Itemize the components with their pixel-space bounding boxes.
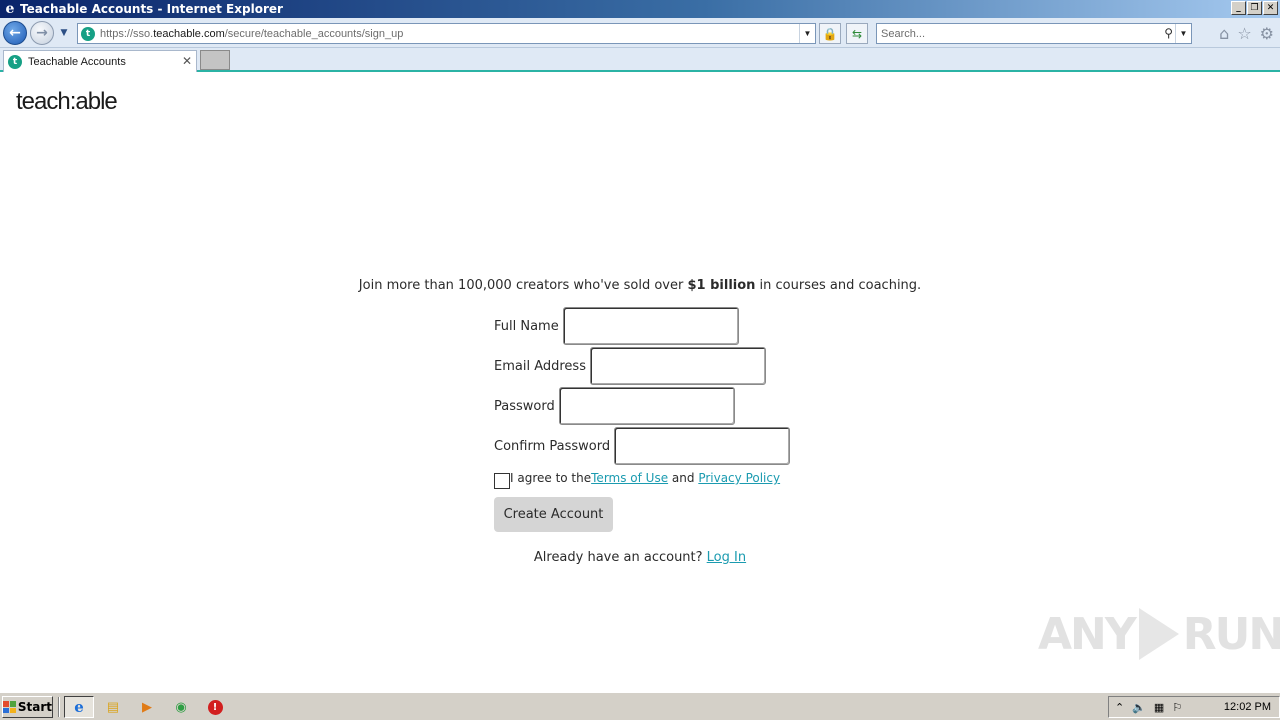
url-scheme: https://sso. [100,27,154,40]
confirm-password-row: Confirm Password [494,426,791,466]
internet-explorer-icon: e [5,1,15,17]
maximize-button[interactable]: ❐ [1247,1,1262,15]
password-row: Password [494,386,790,426]
search-dropdown-icon[interactable]: ▼ [1175,24,1191,43]
media-player-icon: ▶ [142,699,152,714]
tray-expand-icon[interactable]: ⌃ [1115,701,1124,714]
internet-explorer-icon: e [74,698,84,716]
new-tab-button[interactable] [200,50,230,70]
close-tab-icon[interactable]: ✕ [182,54,192,68]
tagline: Join more than 100,000 creators who've s… [0,278,1280,293]
windows-logo-icon [3,701,16,713]
tab-teachable-accounts[interactable]: t Teachable Accounts ✕ [3,50,197,72]
system-tray: ⌃ 🔈 ▦ ⚐ 12:02 PM [1108,696,1280,718]
refresh-icon[interactable]: ⇆ [846,23,868,44]
address-dropdown-icon[interactable]: ▼ [799,24,815,43]
teachable-favicon-icon: t [81,26,95,41]
play-icon [1138,608,1179,660]
chrome-icon: ◉ [175,699,187,714]
taskbar-separator [58,697,60,717]
full-name-label: Full Name [494,318,559,334]
search-box[interactable]: ⚲ ▼ [876,23,1192,44]
back-button[interactable]: ← [3,21,27,45]
url-domain: teachable.com [153,27,225,40]
start-label: Start [17,700,52,714]
window-title-bar[interactable]: e Teachable Accounts - Internet Explorer… [0,0,1280,18]
tagline-bold: $1 billion [687,278,756,293]
watermark-left: ANY [1038,608,1137,660]
teachable-logo[interactable]: teach:able [16,88,118,116]
history-dropdown-icon[interactable]: ▼ [58,26,70,40]
login-prompt: Already have an account? Log In [0,550,1280,565]
lock-icon[interactable]: 🔒 [819,23,841,44]
search-input[interactable] [877,24,1147,43]
taskbar-file-explorer-icon[interactable]: ▤ [98,696,128,718]
full-name-input[interactable] [562,307,739,345]
address-bar[interactable]: t https://sso.teachable.com/secure/teach… [77,23,816,44]
already-text: Already have an account? [533,550,707,565]
full-name-row: Full Name [494,306,790,346]
teachable-favicon-icon: t [8,54,22,69]
email-row: Email Address [494,346,790,386]
email-field[interactable] [589,347,766,385]
gear-icon[interactable]: ⚙ [1260,24,1274,43]
navigation-bar: ← → ▼ t https://sso.teachable.com/secure… [0,18,1280,48]
search-icon[interactable]: ⚲ [1164,26,1173,40]
privacy-policy-link[interactable]: Privacy Policy [698,471,780,485]
taskbar-media-player-icon[interactable]: ▶ [132,696,162,718]
network-icon[interactable]: ▦ [1154,701,1164,714]
taskbar-chrome-icon[interactable]: ◉ [166,696,196,718]
tagline-text-end: in courses and coaching. [755,278,922,293]
clock[interactable]: 12:02 PM [1224,701,1271,713]
folder-icon: ▤ [106,699,120,714]
minimize-button[interactable]: _ [1231,1,1246,15]
volume-icon[interactable]: 🔈 [1132,701,1146,714]
password-input[interactable] [558,387,735,425]
taskbar: Start e ▤ ▶ ◉ ! ⌃ 🔈 ▦ ⚐ 12:02 PM [0,692,1280,720]
page-content: teach:able Join more than 100,000 creato… [0,74,1280,692]
sign-up-form: Full Name Email Address Password Confirm… [494,306,791,532]
confirm-password-input[interactable] [614,427,791,465]
tab-bar: t Teachable Accounts ✕ [0,48,1280,72]
terms-checkbox[interactable] [494,473,510,489]
window-title: Teachable Accounts - Internet Explorer [20,2,283,16]
window-controls: _ ❐ ✕ [1231,1,1278,15]
tab-label: Teachable Accounts [28,55,126,68]
agree-text: I agree to the [510,471,592,485]
anyrun-watermark: ANY RUN [1038,608,1280,660]
home-icon[interactable]: ⌂ [1219,24,1229,43]
action-center-flag-icon[interactable]: ⚐ [1172,701,1182,714]
forward-button[interactable]: → [30,21,54,45]
address-url[interactable]: https://sso.teachable.com/secure/teachab… [100,28,403,40]
create-account-button[interactable]: Create Account [494,497,613,532]
terms-of-use-link[interactable]: Terms of Use [591,471,668,485]
tagline-text: Join more than 100,000 creators who've s… [358,278,688,293]
terms-agreement: I agree to the Terms of Use and Privacy … [494,468,790,489]
password-label: Password [494,398,555,414]
taskbar-stop-icon[interactable]: ! [200,696,230,718]
toolbar-icons: ⌂ ☆ ⚙ [1219,24,1274,43]
email-label: Email Address [494,358,586,374]
start-button[interactable]: Start [2,696,53,718]
taskbar-internet-explorer-icon[interactable]: e [64,696,94,718]
favorites-star-icon[interactable]: ☆ [1237,24,1251,43]
log-in-link[interactable]: Log In [707,550,746,565]
confirm-password-label: Confirm Password [494,438,611,454]
stop-icon: ! [207,699,223,715]
close-window-button[interactable]: ✕ [1263,1,1278,15]
url-path: /secure/teachable_accounts/sign_up [224,27,404,40]
watermark-right: RUN [1182,608,1280,660]
agree-and-text: and [668,471,699,485]
